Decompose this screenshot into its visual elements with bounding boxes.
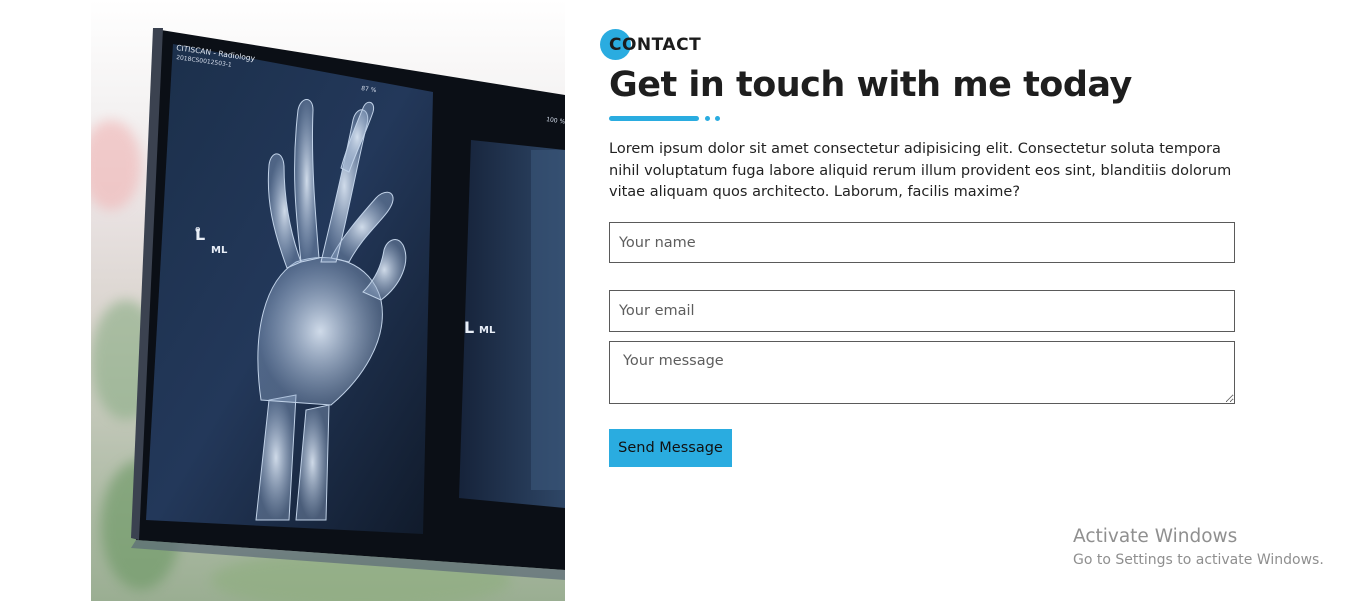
section-eyebrow: CONTACT	[609, 35, 702, 55]
title-underline	[609, 116, 729, 121]
message-field[interactable]	[609, 341, 1235, 404]
film-marker: o	[195, 225, 201, 235]
xray-photo: L o ML L ML CITISCAN - Radiology 2018CS0…	[91, 0, 565, 601]
film-marker: ML	[479, 325, 496, 336]
film-marker: L	[464, 318, 474, 337]
contact-page: L o ML L ML CITISCAN - Radiology 2018CS0…	[0, 0, 1346, 601]
intro-text: Lorem ipsum dolor sit amet consectetur a…	[609, 141, 1232, 200]
watermark-subtitle: Go to Settings to activate Windows.	[1073, 552, 1324, 568]
underline-dot	[705, 116, 710, 121]
email-field[interactable]	[609, 290, 1235, 332]
underline-dot	[715, 116, 720, 121]
name-field[interactable]	[609, 222, 1235, 263]
film-marker: ML	[211, 245, 228, 256]
watermark-title: Activate Windows	[1073, 526, 1238, 547]
underline-bar	[609, 116, 699, 121]
xray-light-box: L o ML L ML CITISCAN - Radiology 2018CS0…	[131, 28, 565, 580]
page-title: Get in touch with me today	[609, 65, 1132, 105]
activate-windows-watermark: Activate Windows Go to Settings to activ…	[1073, 525, 1324, 571]
send-message-button[interactable]: Send Message	[609, 429, 732, 467]
